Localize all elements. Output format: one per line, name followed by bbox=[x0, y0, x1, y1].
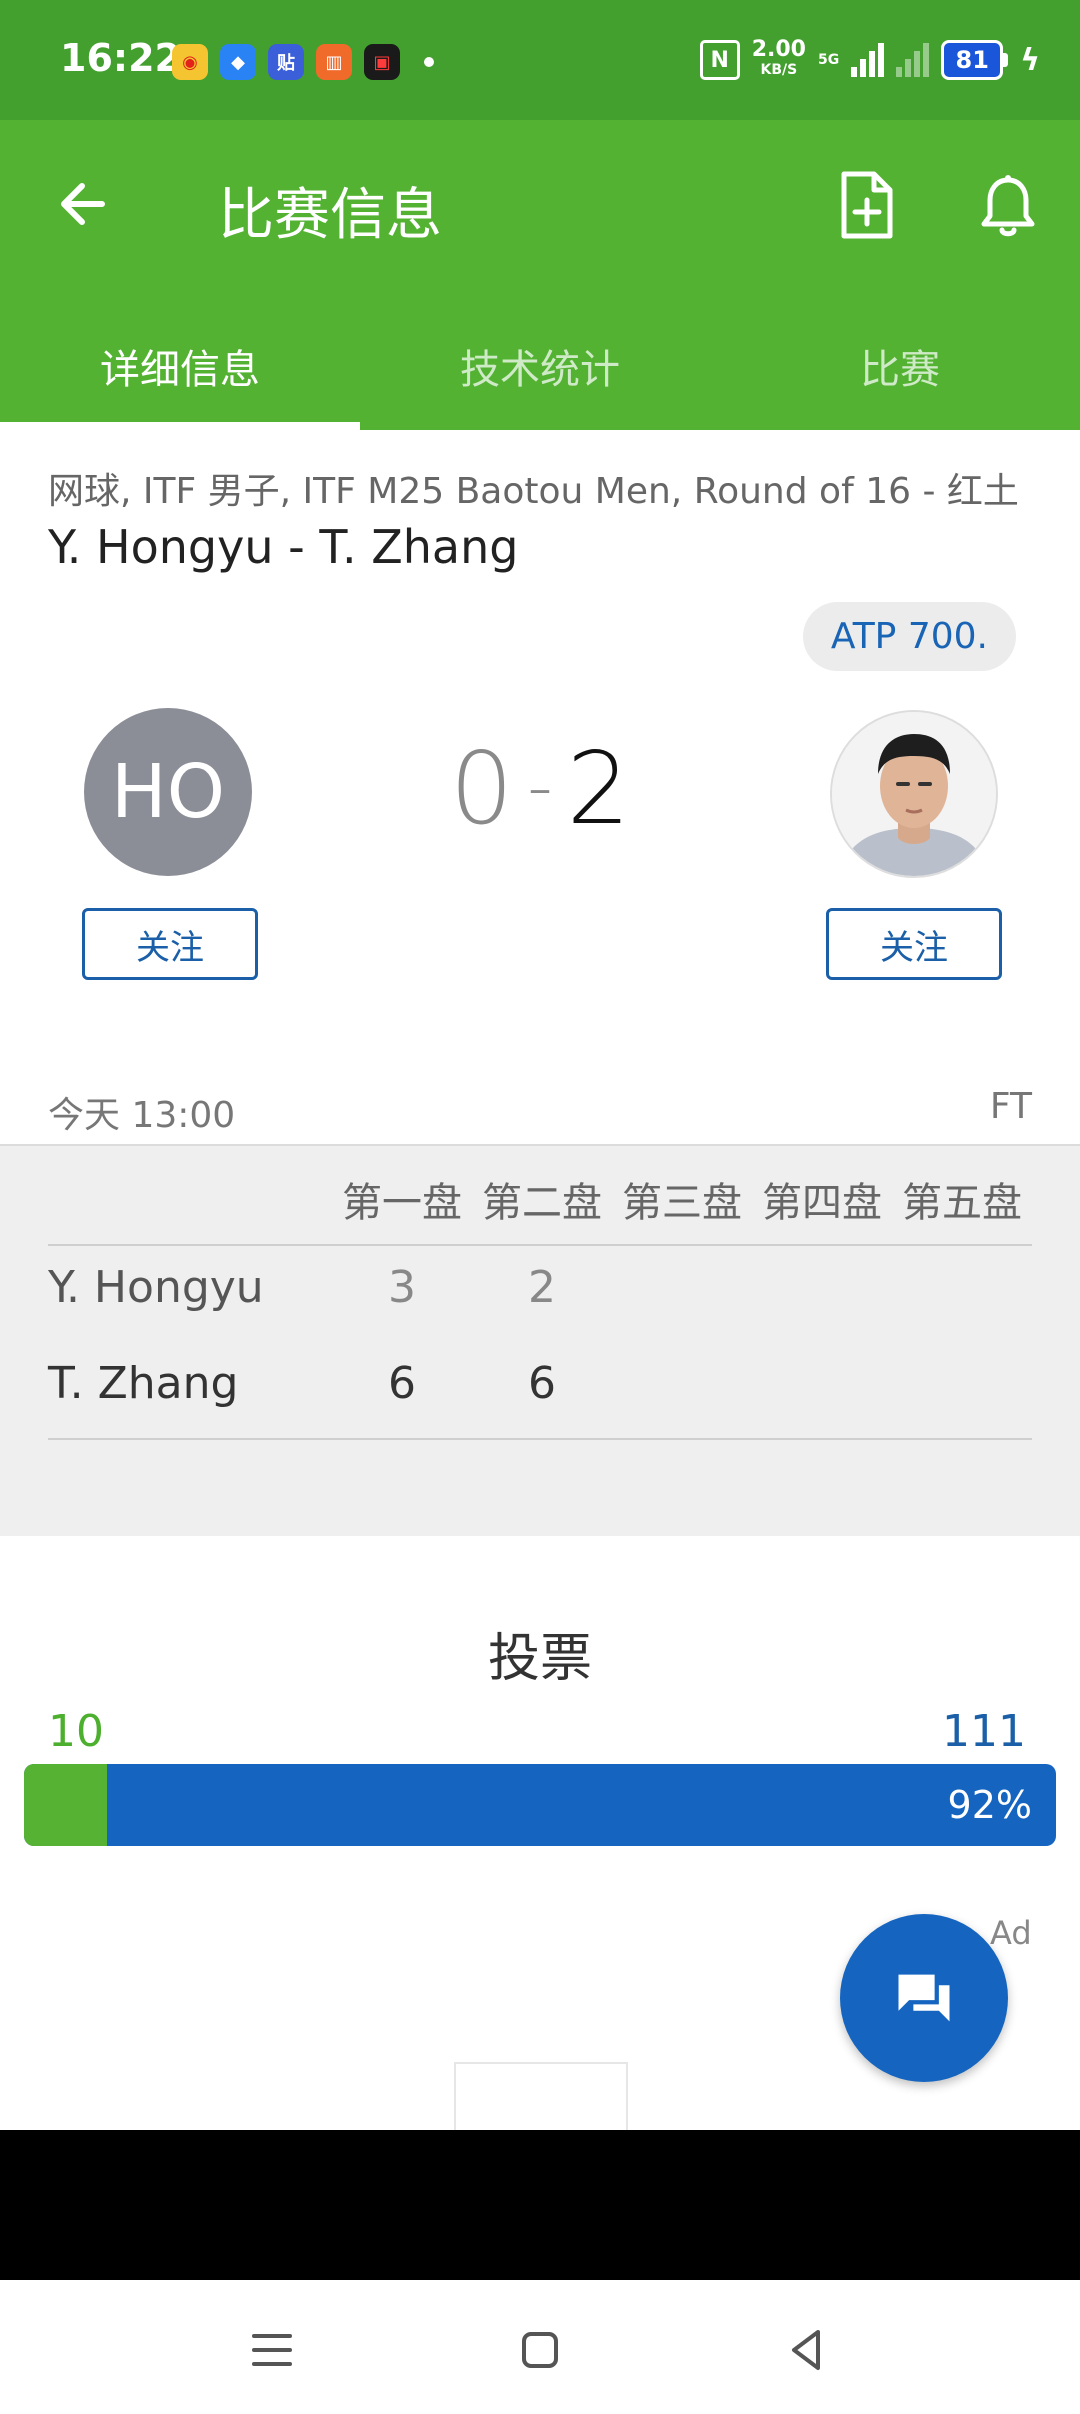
ad-container[interactable] bbox=[454, 2062, 628, 2134]
set-score: 3 bbox=[388, 1262, 416, 1313]
menu-icon[interactable] bbox=[242, 2320, 302, 2380]
battery-level: 81 bbox=[941, 40, 1004, 80]
match-subtitle: 网球, ITF 男子, ITF M25 Baotou Men, Round of… bbox=[48, 471, 1019, 512]
app-header: 比赛信息 详细信息 技术统计 比赛 bbox=[0, 120, 1080, 430]
away-vote-count: 111 bbox=[942, 1706, 1026, 1757]
net-speed-value: 2.00 bbox=[751, 37, 806, 62]
tab-bar: 详细信息 技术统计 比赛 bbox=[0, 310, 1080, 430]
set-header: 第二盘 bbox=[482, 1180, 602, 1226]
battery-icon: 81 bbox=[941, 40, 1009, 80]
network-type: 5G bbox=[817, 52, 840, 68]
player-name: T. Zhang bbox=[48, 1358, 239, 1409]
tab-statistics[interactable]: 技术统计 bbox=[360, 310, 720, 430]
status-bar: 16:22 ◉ ◆ 贴 ▥ ▣ N 2.00 KB/S 5G 81 ϟ bbox=[0, 0, 1080, 120]
add-file-icon[interactable] bbox=[834, 170, 898, 240]
net-speed-unit: KB/S bbox=[760, 62, 798, 78]
set-score: 2 bbox=[528, 1262, 556, 1313]
vote-bar[interactable]: 92% bbox=[24, 1764, 1056, 1846]
tieba-icon: 贴 bbox=[268, 44, 304, 80]
score-separator: - bbox=[527, 746, 553, 828]
notification-icons: ◉ ◆ 贴 ▥ ▣ bbox=[172, 44, 434, 80]
net-speed: 2.00 KB/S bbox=[751, 37, 806, 80]
browser-icon: ◆ bbox=[220, 44, 256, 80]
nfc-icon: N bbox=[699, 40, 740, 80]
books-icon: ▥ bbox=[316, 44, 352, 80]
match-status: FT bbox=[989, 1086, 1032, 1127]
player-photo bbox=[832, 712, 996, 876]
away-player-avatar[interactable] bbox=[830, 710, 998, 878]
divider bbox=[48, 1438, 1032, 1440]
charging-icon: ϟ bbox=[1020, 42, 1040, 78]
match-title: Y. Hongyu - T. Zhang bbox=[48, 520, 519, 574]
weibo-icon: ◉ bbox=[172, 44, 208, 80]
away-vote-percent: 92% bbox=[947, 1783, 1032, 1827]
set-header: 第五盘 bbox=[902, 1180, 1022, 1226]
back-icon[interactable] bbox=[778, 2320, 838, 2380]
home-vote-fill bbox=[24, 1764, 107, 1846]
tab-match[interactable]: 比赛 bbox=[720, 310, 1080, 430]
system-nav-bar bbox=[0, 2280, 1080, 2414]
match-score: 0-2 bbox=[440, 730, 640, 847]
status-time: 16:22 bbox=[60, 36, 181, 80]
vote-title: 投票 bbox=[487, 1629, 592, 1689]
signal-icon bbox=[851, 43, 885, 77]
home-vote-count: 10 bbox=[48, 1706, 104, 1757]
back-arrow-icon[interactable] bbox=[52, 172, 116, 236]
set-score: 6 bbox=[388, 1358, 416, 1409]
more-notifications-dot bbox=[424, 57, 434, 67]
player-name: Y. Hongyu bbox=[48, 1262, 264, 1313]
chat-icon bbox=[898, 1974, 950, 2022]
home-set-score: 0 bbox=[449, 730, 514, 847]
sets-header: 第一盘 第二盘 第三盘 第四盘 第五盘 bbox=[332, 1170, 1032, 1228]
video-icon: ▣ bbox=[364, 44, 400, 80]
page-title: 比赛信息 bbox=[218, 183, 442, 248]
match-date: 今天 13:00 bbox=[48, 1095, 236, 1136]
atp-badge[interactable]: ATP 700. bbox=[802, 602, 1016, 671]
follow-away-button[interactable]: 关注 bbox=[826, 908, 1002, 980]
ad-banner[interactable] bbox=[0, 2130, 1080, 2280]
chat-button[interactable] bbox=[840, 1914, 1008, 2082]
home-icon[interactable] bbox=[510, 2320, 570, 2380]
set-header: 第四盘 bbox=[762, 1180, 882, 1226]
signal-2-icon bbox=[896, 43, 930, 77]
table-row: T. Zhang 6 6 bbox=[48, 1340, 1048, 1430]
set-header: 第三盘 bbox=[622, 1180, 742, 1226]
tab-details[interactable]: 详细信息 bbox=[0, 310, 360, 430]
set-score: 6 bbox=[528, 1358, 556, 1409]
table-row: Y. Hongyu 3 2 bbox=[48, 1244, 1048, 1334]
bell-icon[interactable] bbox=[976, 172, 1040, 238]
ad-label: Ad bbox=[990, 1914, 1032, 1952]
away-set-score: 2 bbox=[566, 730, 631, 847]
set-header: 第一盘 bbox=[342, 1180, 462, 1226]
home-player-avatar[interactable]: HO bbox=[84, 708, 252, 876]
follow-home-button[interactable]: 关注 bbox=[82, 908, 258, 980]
